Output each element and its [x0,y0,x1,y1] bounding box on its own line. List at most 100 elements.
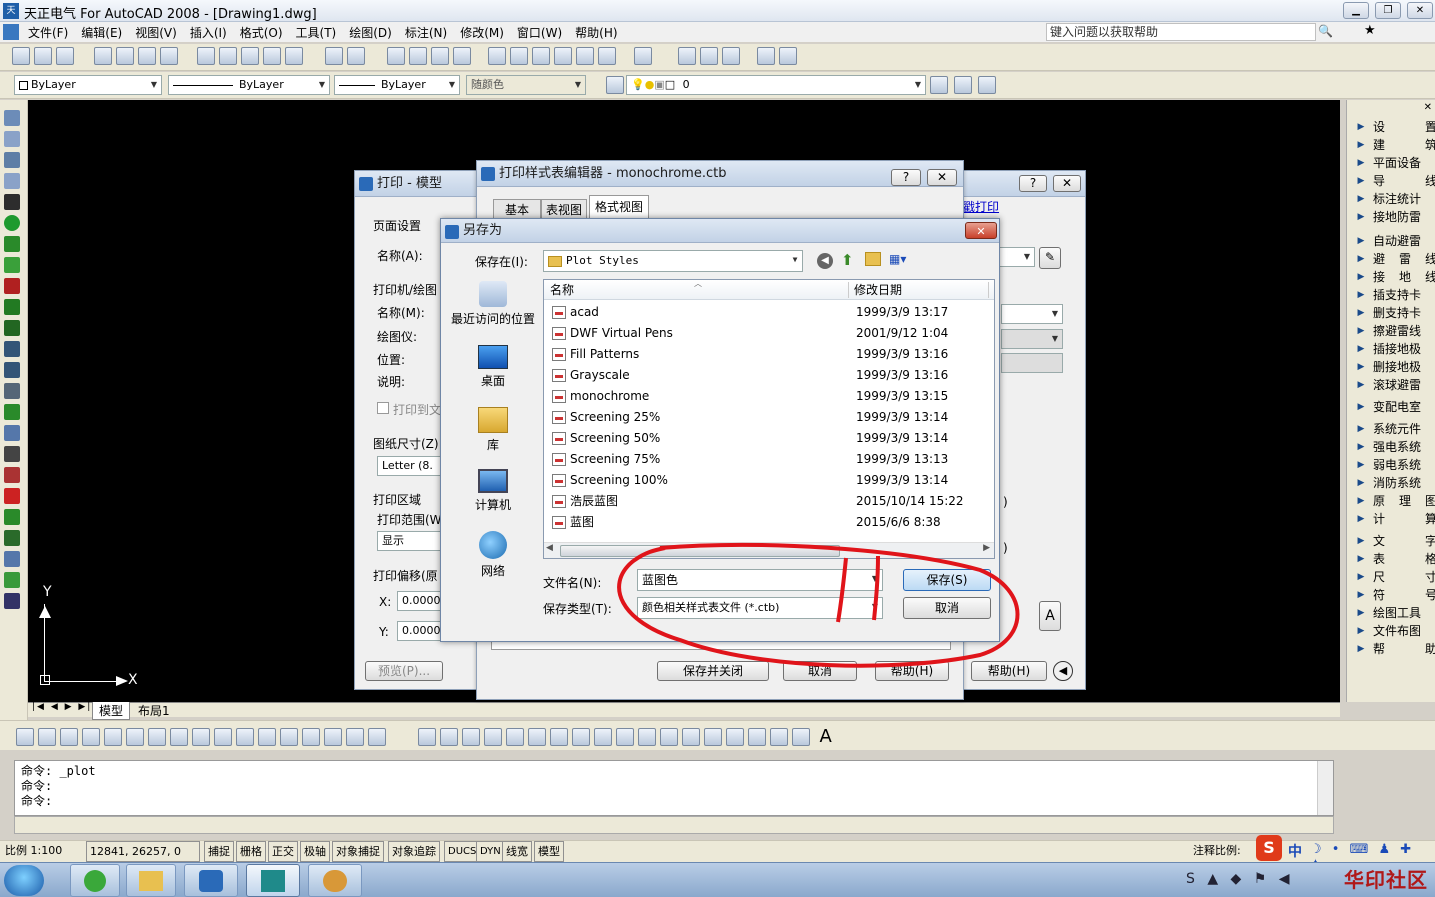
file-row[interactable]: Fill Patterns 1999/3/9 13:16 [544,344,994,365]
help-search-input[interactable]: 键入问题以获取帮助 [1046,23,1316,41]
tab-nav-icons[interactable]: |◀ ◀ ▶ ▶| [32,702,92,712]
menu-help[interactable]: 帮助(H) [575,24,617,41]
panel-item[interactable]: ▶ 避雷线 [1357,250,1435,268]
file-list-hscroll[interactable]: ◀ ▶ [544,542,994,558]
tool-icon-19[interactable] [4,488,20,504]
tool-icon-12[interactable] [4,341,20,357]
tool-icon-13[interactable] [4,362,20,378]
up-folder-icon[interactable]: ⬆ [841,251,854,269]
menu-modify[interactable]: 修改(M) [460,24,504,41]
panel-item[interactable]: ▶ 删支持卡 [1357,304,1435,322]
file-row[interactable]: 浩辰蓝图 2015/10/14 15:22 [544,491,994,512]
zoom-realtime-icon[interactable] [408,47,427,65]
command-hscroll[interactable] [14,816,1334,834]
restore-button[interactable]: ❐ [1375,2,1401,19]
panel-item[interactable]: ▶ 计算 [1357,510,1435,528]
layer-states-icon[interactable] [954,76,972,94]
file-row[interactable]: Screening 25% 1999/3/9 13:14 [544,407,994,428]
panel-item[interactable]: ▶ 设置 [1357,118,1435,136]
menu-draw[interactable]: 绘图(D) [349,24,392,41]
match-icon[interactable] [263,47,282,65]
tab-format-view[interactable]: 格式视图 [589,195,649,219]
place-library[interactable]: 库 [447,405,539,461]
panel-item[interactable]: ▶ 弱电系统 [1357,456,1435,474]
arc-icon[interactable] [527,727,546,746]
3d-icon[interactable] [159,47,178,65]
insert-block-icon[interactable] [659,727,678,746]
command-scrollbar[interactable] [1317,761,1333,815]
menu-window[interactable]: 窗口(W) [517,24,562,41]
erase-icon[interactable] [16,727,34,746]
lineweight-toggle[interactable]: 线宽 [502,841,532,862]
polygon-icon[interactable] [483,727,502,746]
dyn-toggle[interactable]: DYN [476,841,505,862]
menu-tools[interactable]: 工具(T) [296,24,337,41]
design-center-icon[interactable] [510,47,529,65]
print-to-file-checkbox[interactable] [377,402,389,414]
tool-icon-17[interactable] [4,446,20,462]
panel-item[interactable]: ▶ 帮助 [1357,640,1435,658]
menu-insert[interactable]: 插入(I) [190,24,227,41]
rectangle-icon[interactable] [505,727,524,746]
panel-item[interactable]: ▶ 消防系统 [1357,474,1435,492]
panel-item[interactable]: ▶ 接地防雷 [1357,208,1435,226]
style-editor-close-title-button[interactable]: ✕ [927,169,957,186]
plot-style-combo[interactable]: ▼ [1001,329,1063,349]
tool-icon-9[interactable] [4,278,20,294]
mtext-icon[interactable]: A [819,726,831,747]
panel-item[interactable]: ▶ 符号 [1357,586,1435,604]
plot-shaded-combo[interactable] [1001,353,1063,373]
stretch-icon[interactable] [192,727,210,746]
panel-item[interactable]: ▶ 表格 [1357,550,1435,568]
tool-icon-6[interactable] [4,215,20,231]
mirror-icon[interactable] [60,727,78,746]
save-button[interactable]: 保存(S) [903,569,991,591]
tab-basic[interactable]: 基本 [493,199,541,219]
panel-item[interactable]: ▶ 删接地极 [1357,358,1435,376]
preview-icon[interactable] [115,47,134,65]
plotstyle-combo[interactable]: 随颜色 ▼ [466,75,586,95]
minimize-button[interactable]: ▁ [1343,2,1369,19]
plot-icon[interactable] [93,47,112,65]
plot-range-combo[interactable]: 显示 [377,531,447,551]
offset-icon[interactable] [82,727,100,746]
tool-icon-18[interactable] [4,467,20,483]
new-icon[interactable] [12,47,30,65]
cancel-button[interactable]: 取消 [903,597,991,619]
tool-icon-11[interactable] [4,320,20,336]
break-icon[interactable] [258,727,276,746]
redo-icon[interactable] [346,47,365,65]
tool-icon-23[interactable] [4,572,20,588]
plot-help-title-button[interactable]: ? [1019,175,1047,192]
ellipse-arc-icon[interactable] [637,727,656,746]
place-computer[interactable]: 计算机 [447,467,539,523]
zoom-window-icon[interactable] [430,47,449,65]
pan-icon[interactable] [386,47,405,65]
menu-dimension[interactable]: 标注(N) [405,24,447,41]
point-icon[interactable] [703,727,722,746]
panel-item[interactable]: ▶ 接地线 [1357,268,1435,286]
col-name-header[interactable]: 名称 [550,280,574,300]
hscroll-thumb[interactable] [560,545,840,557]
layer-previous-icon[interactable] [930,76,948,94]
tool-icon-10[interactable] [4,299,20,315]
cut-icon[interactable] [197,47,216,65]
dim-linear-icon[interactable] [677,47,696,65]
panel-item[interactable]: ▶ 擦避雷线 [1357,322,1435,340]
rotate-icon[interactable] [148,727,166,746]
panel-item[interactable]: ▶ 文字 [1357,532,1435,550]
save-as-close-button[interactable]: ✕ [965,222,997,239]
panel-item[interactable]: ▶ 标注统计 [1357,190,1435,208]
publish-icon[interactable] [137,47,156,65]
file-row[interactable]: acad 1999/3/9 13:17 [544,302,994,323]
file-list[interactable]: 名称 ︿ 修改日期 acad 1999/3/9 13:17 DWF Virtual … [543,279,995,559]
save-icon[interactable] [56,47,74,65]
menu-view[interactable]: 视图(V) [135,24,177,41]
ortho-toggle[interactable]: 正交 [268,841,298,862]
paste-icon[interactable] [241,47,260,65]
undo-icon[interactable] [324,47,343,65]
save-and-close-button[interactable]: 保存并关闭 [657,661,769,681]
layer-manager-icon[interactable] [606,76,624,94]
menu-format[interactable]: 格式(O) [240,24,283,41]
construction-line-icon[interactable] [439,727,458,746]
